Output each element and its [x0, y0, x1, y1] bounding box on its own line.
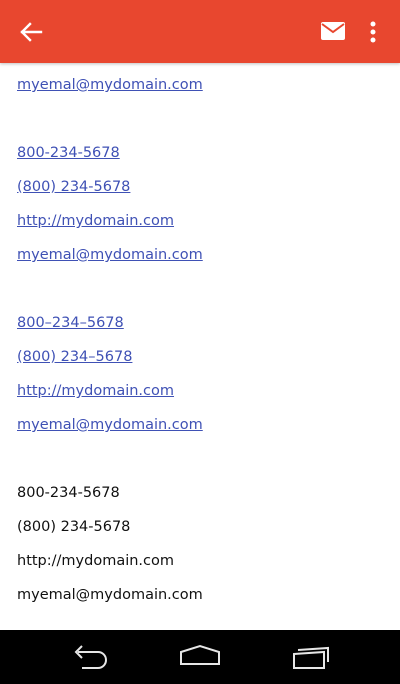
phone-link[interactable]: (800) 234-5678 [17, 177, 130, 197]
arrow-left-icon[interactable] [17, 19, 45, 45]
nav-recents-icon[interactable] [290, 642, 334, 672]
phone-text: 800-234-5678 [17, 485, 120, 501]
more-vertical-icon[interactable] [362, 18, 384, 46]
mail-icon[interactable] [320, 20, 346, 42]
url-link[interactable]: http://mydomain.com [17, 381, 174, 401]
email-text: myemal@mydomain.com [17, 587, 203, 603]
phone-link[interactable]: (800) 234–5678 [17, 347, 132, 367]
url-link[interactable]: http://mydomain.com [17, 211, 174, 231]
email-link[interactable]: myemal@mydomain.com [17, 415, 203, 435]
phone-link[interactable]: 800–234–5678 [17, 313, 124, 333]
app-bar [0, 0, 400, 63]
url-text: http://mydomain.com [17, 553, 175, 569]
message-body: myemal@mydomain.com 800-234-5678 (800) 2… [0, 63, 400, 630]
phone-text: (800) 234-5678 [17, 519, 131, 535]
email-link[interactable]: myemal@mydomain.com [17, 75, 203, 95]
nav-home-icon[interactable] [178, 642, 222, 672]
email-link[interactable]: myemal@mydomain.com [17, 245, 203, 265]
phone-link[interactable]: 800-234-5678 [17, 143, 120, 163]
nav-back-icon[interactable] [68, 642, 112, 672]
system-nav-bar [0, 630, 400, 684]
